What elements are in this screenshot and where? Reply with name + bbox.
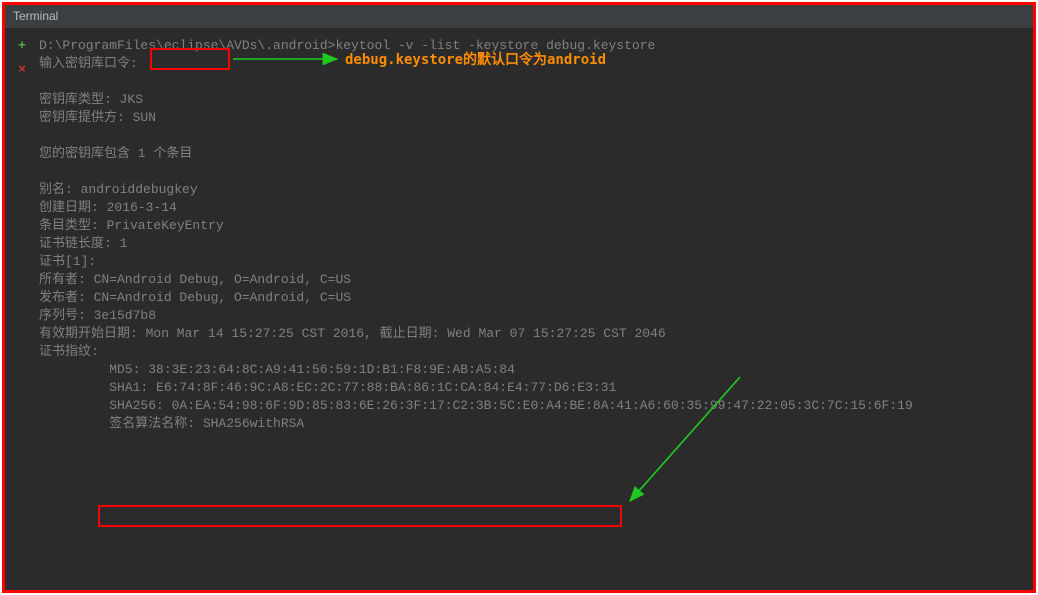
issuer-line: 发布者: CN=Android Debug, O=Android, C=US — [39, 289, 1033, 307]
keystore-provider-line: 密钥库提供方: SUN — [39, 109, 1033, 127]
blank-line — [39, 163, 1033, 181]
close-session-icon[interactable]: × — [13, 61, 31, 79]
new-session-icon[interactable]: + — [13, 37, 31, 55]
annotation-text: debug.keystore的默认口令为android — [345, 51, 606, 69]
entry-type-line: 条目类型: PrivateKeyEntry — [39, 217, 1033, 235]
blank-line — [39, 73, 1033, 91]
sha1-line: SHA1: E6:74:8F:46:9C:A8:EC:2C:77:88:BA:8… — [39, 379, 1033, 397]
terminal-title: Terminal — [13, 9, 58, 23]
sha1-highlight-box — [98, 505, 622, 527]
blank-line — [39, 127, 1033, 145]
keystore-count-line: 您的密钥库包含 1 个条目 — [39, 145, 1033, 163]
cert-header-line: 证书[1]: — [39, 253, 1033, 271]
chain-length-line: 证书链长度: 1 — [39, 235, 1033, 253]
fingerprint-header-line: 证书指纹: — [39, 343, 1033, 361]
serial-line: 序列号: 3e15d7b8 — [39, 307, 1033, 325]
created-date-line: 创建日期: 2016-3-14 — [39, 199, 1033, 217]
terminal-title-bar: Terminal — [5, 5, 1033, 29]
keystore-type-line: 密钥库类型: JKS — [39, 91, 1033, 109]
md5-line: MD5: 38:3E:23:64:8C:A9:41:56:59:1D:B1:F8… — [39, 361, 1033, 379]
alias-line: 别名: androiddebugkey — [39, 181, 1033, 199]
sigalg-line: 签名算法名称: SHA256withRSA — [39, 415, 1033, 433]
sha256-line: SHA256: 0A:EA:54:98:6F:9D:85:83:6E:26:3F… — [39, 397, 1033, 415]
terminal-window: Terminal + × D:\ProgramFiles\eclipse\AVD… — [2, 2, 1036, 593]
terminal-body[interactable]: + × D:\ProgramFiles\eclipse\AVDs\.androi… — [5, 29, 1033, 590]
terminal-gutter: + × — [13, 37, 31, 79]
valid-period-line: 有效期开始日期: Mon Mar 14 15:27:25 CST 2016, 截… — [39, 325, 1033, 343]
owner-line: 所有者: CN=Android Debug, O=Android, C=US — [39, 271, 1033, 289]
